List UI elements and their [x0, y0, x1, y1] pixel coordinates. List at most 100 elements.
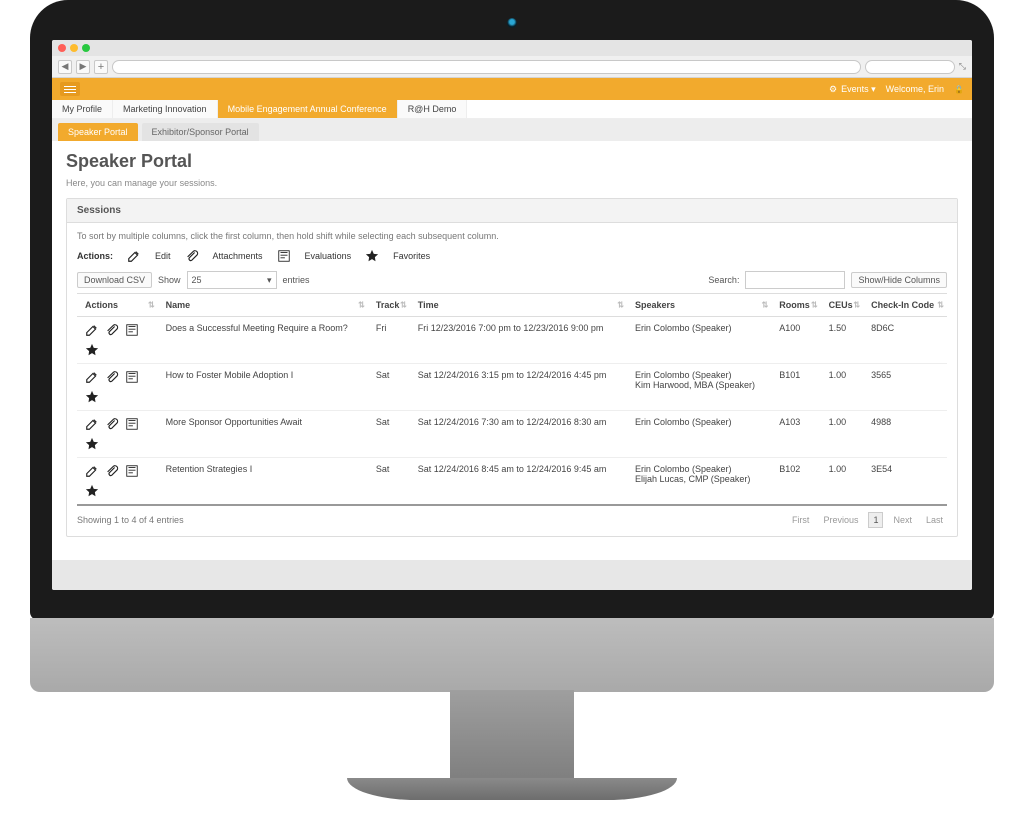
cell-rooms: B102 [771, 458, 820, 506]
address-bar[interactable] [112, 60, 861, 74]
camera-dot [507, 18, 517, 28]
table-footer: Showing 1 to 4 of 4 entries First Previo… [77, 512, 947, 528]
top-tab-0[interactable]: My Profile [52, 100, 113, 118]
download-csv-button[interactable]: Download CSV [77, 272, 152, 288]
menu-icon[interactable] [60, 82, 80, 96]
row-evaluations-icon[interactable] [125, 464, 139, 478]
row-evaluations-icon[interactable] [125, 417, 139, 431]
welcome-label: Welcome, Erin [886, 84, 944, 94]
lock-icon[interactable] [954, 84, 964, 94]
cell-track: Fri [368, 317, 410, 364]
pager-last[interactable]: Last [922, 513, 947, 527]
cell-time: Sat 12/24/2016 7:30 am to 12/24/2016 8:3… [410, 411, 627, 458]
evaluations-icon [277, 249, 291, 263]
col-speakers[interactable]: Speakers⇅ [627, 294, 771, 317]
cell-rooms: A103 [771, 411, 820, 458]
cell-name: Retention Strategies I [158, 458, 368, 506]
page-subtitle: Here, you can manage your sessions. [66, 178, 958, 188]
window-close-button[interactable] [58, 44, 66, 52]
pager-next[interactable]: Next [889, 513, 916, 527]
row-favorite-icon[interactable] [85, 484, 99, 498]
search-label: Search: [708, 275, 739, 285]
row-evaluations-icon[interactable] [125, 323, 139, 337]
monitor-frame: ◀ ▶ + ⤡ Events Welcome, Erin My ProfileM… [0, 0, 1024, 827]
row-attachment-icon[interactable] [105, 370, 119, 384]
table-info: Showing 1 to 4 of 4 entries [77, 515, 184, 525]
legend-edit: Edit [155, 251, 171, 261]
col-ceus[interactable]: CEUs⇅ [821, 294, 863, 317]
pager-prev[interactable]: Previous [819, 513, 862, 527]
sub-tab-1[interactable]: Exhibitor/Sponsor Portal [142, 123, 259, 141]
table-row: More Sponsor Opportunities AwaitSatSat 1… [77, 411, 947, 458]
legend-evaluations: Evaluations [305, 251, 352, 261]
page-size-select[interactable]: 25▾ [187, 271, 277, 289]
col-rooms[interactable]: Rooms⇅ [771, 294, 820, 317]
screen: ◀ ▶ + ⤡ Events Welcome, Erin My ProfileM… [52, 40, 972, 590]
col-name[interactable]: Name⇅ [158, 294, 368, 317]
cell-time: Sat 12/24/2016 8:45 am to 12/24/2016 9:4… [410, 458, 627, 506]
cell-time: Fri 12/23/2016 7:00 pm to 12/23/2016 9:0… [410, 317, 627, 364]
table-row: How to Foster Mobile Adoption ISatSat 12… [77, 364, 947, 411]
top-tab-2[interactable]: Mobile Engagement Annual Conference [218, 100, 398, 118]
cell-code: 8D6C [863, 317, 947, 364]
cell-track: Sat [368, 411, 410, 458]
row-edit-icon[interactable] [85, 370, 99, 384]
row-favorite-icon[interactable] [85, 390, 99, 404]
forward-button[interactable]: ▶ [76, 60, 90, 74]
top-tab-1[interactable]: Marketing Innovation [113, 100, 218, 118]
row-favorite-icon[interactable] [85, 437, 99, 451]
expand-icon[interactable]: ⤡ [959, 61, 966, 72]
row-evaluations-icon[interactable] [125, 370, 139, 384]
row-edit-icon[interactable] [85, 417, 99, 431]
table-search-input[interactable] [745, 271, 845, 289]
page-title: Speaker Portal [66, 151, 958, 172]
cell-ceus: 1.00 [821, 364, 863, 411]
legend-label: Actions: [77, 251, 113, 261]
cell-track: Sat [368, 458, 410, 506]
sub-tabs: Speaker PortalExhibitor/Sponsor Portal [52, 119, 972, 141]
legend-favorites: Favorites [393, 251, 430, 261]
monitor-chin [30, 618, 994, 692]
window-zoom-button[interactable] [82, 44, 90, 52]
entries-label: entries [283, 275, 310, 285]
page-body: Speaker Portal Here, you can manage your… [52, 141, 972, 560]
cell-speakers: Erin Colombo (Speaker) Kim Harwood, MBA … [627, 364, 771, 411]
row-attachment-icon[interactable] [105, 323, 119, 337]
row-attachment-icon[interactable] [105, 464, 119, 478]
cell-ceus: 1.50 [821, 317, 863, 364]
actions-legend: Actions: Edit Attachments Evaluations Fa… [77, 249, 947, 263]
pager: First Previous 1 Next Last [788, 512, 947, 528]
cell-code: 3565 [863, 364, 947, 411]
row-favorite-icon[interactable] [85, 343, 99, 357]
attachment-icon [185, 249, 199, 263]
events-dropdown[interactable]: Events [829, 84, 876, 95]
col-track[interactable]: Track⇅ [368, 294, 410, 317]
row-edit-icon[interactable] [85, 323, 99, 337]
col-time[interactable]: Time⇅ [410, 294, 627, 317]
pager-current[interactable]: 1 [868, 512, 883, 528]
row-attachment-icon[interactable] [105, 417, 119, 431]
monitor-stand-base [347, 778, 677, 800]
row-edit-icon[interactable] [85, 464, 99, 478]
new-tab-button[interactable]: + [94, 60, 108, 74]
show-hide-columns-button[interactable]: Show/Hide Columns [851, 272, 947, 288]
cell-code: 4988 [863, 411, 947, 458]
page-footer [52, 560, 972, 590]
cell-name: Does a Successful Meeting Require a Room… [158, 317, 368, 364]
favorites-icon [365, 249, 379, 263]
pager-first[interactable]: First [788, 513, 814, 527]
sessions-table: Actions⇅Name⇅Track⇅Time⇅Speakers⇅Rooms⇅C… [77, 293, 947, 506]
top-tab-3[interactable]: R@H Demo [398, 100, 468, 118]
legend-attachments: Attachments [213, 251, 263, 261]
window-minimize-button[interactable] [70, 44, 78, 52]
back-button[interactable]: ◀ [58, 60, 72, 74]
browser-search[interactable] [865, 60, 955, 74]
show-label: Show [158, 275, 181, 285]
panel-title: Sessions [67, 199, 957, 223]
table-controls: Download CSV Show 25▾ entries Search: Sh… [77, 271, 947, 289]
cell-ceus: 1.00 [821, 411, 863, 458]
col-actions[interactable]: Actions⇅ [77, 294, 158, 317]
app-header: Events Welcome, Erin [52, 78, 972, 100]
col-check-in-code[interactable]: Check-In Code⇅ [863, 294, 947, 317]
sub-tab-0[interactable]: Speaker Portal [58, 123, 138, 141]
